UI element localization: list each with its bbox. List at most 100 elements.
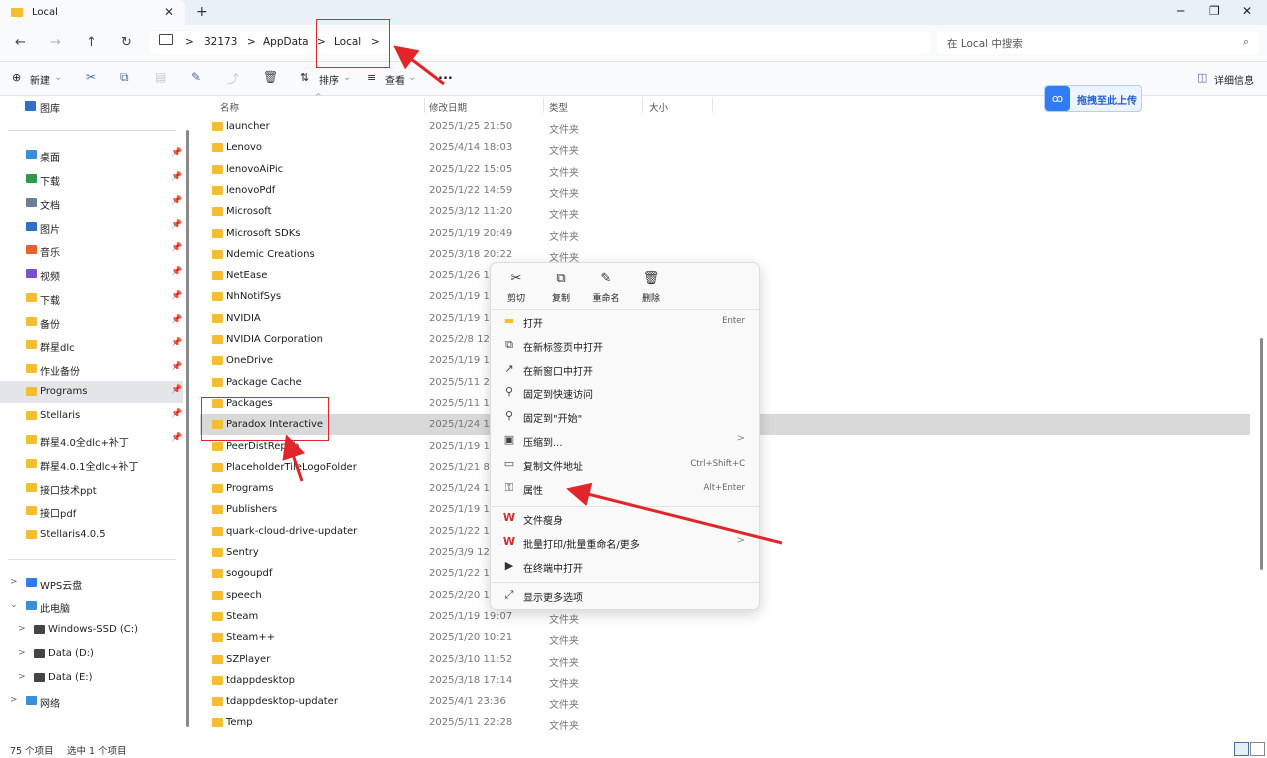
file-row[interactable]: Steam++ 2025/1/20 10:21 文件夹 — [200, 627, 1250, 648]
sort-button[interactable]: 排序 — [319, 72, 339, 87]
sidebar-item-quick-access[interactable]: 接口技术ppt — [0, 477, 183, 499]
sidebar-item-quick-access[interactable]: 下载 📌 — [0, 168, 183, 190]
up-button[interactable]: ↑ — [86, 35, 97, 50]
search-input[interactable]: 在 Local 中搜索 ⌕ — [937, 31, 1259, 54]
sidebar-item-tree[interactable]: > Data (D:) — [0, 643, 183, 665]
menu-cut-button[interactable]: ✂ 剪切 — [496, 269, 536, 309]
pin-icon[interactable]: 📌 — [171, 433, 182, 443]
menu-rename-button[interactable]: ✎ 重命名 — [586, 269, 626, 309]
chevron-icon[interactable]: > — [10, 577, 18, 587]
sidebar-item-quick-access[interactable]: 视频 📌 — [0, 263, 183, 285]
column-size[interactable]: 大小 — [649, 100, 668, 114]
file-list-scrollbar[interactable] — [1260, 338, 1263, 570]
cut-icon[interactable]: ✂ — [86, 70, 96, 84]
chevron-icon[interactable]: > — [18, 624, 26, 634]
menu-item[interactable]: ⧉ 在新标签页中打开 — [495, 334, 755, 357]
menu-item[interactable]: ▶ 在终端中打开 — [495, 555, 755, 578]
view-button[interactable]: 查看 — [385, 72, 405, 87]
sidebar-item-quick-access[interactable]: 文档 📌 — [0, 192, 183, 214]
pin-icon[interactable]: 📌 — [171, 385, 182, 395]
breadcrumb-item-32173[interactable]: 32173 — [204, 36, 237, 48]
maximize-button[interactable]: ❐ — [1209, 4, 1220, 18]
breadcrumb-separator[interactable]: > — [185, 36, 194, 48]
chevron-icon[interactable]: > — [18, 648, 26, 658]
tab-close-icon[interactable]: ✕ — [164, 5, 174, 19]
sidebar-item-quick-access[interactable]: 群星4.0.1全dlc+补丁 — [0, 453, 183, 475]
file-row[interactable]: SZPlayer 2025/3/10 11:52 文件夹 — [200, 649, 1250, 670]
file-row[interactable]: Temp 2025/5/11 22:28 文件夹 — [200, 712, 1250, 733]
sidebar-item-quick-access[interactable]: 群星4.0全dlc+补丁 📌 — [0, 429, 183, 451]
breadcrumb-separator[interactable]: > — [247, 36, 256, 48]
menu-item[interactable]: W 批量打印/批量重命名/更多 > — [495, 531, 755, 554]
sidebar-item-quick-access[interactable]: 桌面 📌 — [0, 144, 183, 166]
breadcrumb-item-appdata[interactable]: AppData — [263, 36, 309, 48]
column-divider[interactable] — [712, 98, 713, 113]
rename-icon[interactable]: ✎ — [191, 70, 201, 84]
file-row[interactable]: tdappdesktop-updater 2025/4/1 23:36 文件夹 — [200, 691, 1250, 712]
pin-icon[interactable]: 📌 — [171, 409, 182, 419]
pin-icon[interactable]: 📌 — [171, 267, 182, 277]
menu-item[interactable]: ▬ 打开 Enter — [495, 310, 755, 333]
sidebar-item-quick-access[interactable]: 图片 📌 — [0, 216, 183, 238]
refresh-button[interactable]: ↻ — [121, 35, 132, 50]
menu-item[interactable]: ▭ 复制文件地址 Ctrl+Shift+C — [495, 453, 755, 476]
menu-item[interactable]: W 文件瘦身 — [495, 507, 755, 530]
menu-item[interactable]: ▣ 压缩到... > — [495, 429, 755, 452]
sidebar-item-tree[interactable]: > WPS云盘 — [0, 572, 183, 594]
tiles-view-toggle[interactable] — [1250, 742, 1265, 756]
minimize-button[interactable]: ─ — [1177, 4, 1184, 18]
new-tab-button[interactable]: + — [196, 4, 208, 20]
sidebar-item-gallery[interactable]: 图库 — [0, 96, 183, 118]
sidebar-scrollbar[interactable] — [186, 130, 189, 727]
chevron-icon[interactable]: > — [18, 672, 26, 682]
forward-button[interactable]: → — [50, 35, 61, 50]
sidebar-item-quick-access[interactable]: Programs 📌 — [0, 381, 183, 403]
file-row[interactable]: launcher 2025/1/25 21:50 文件夹 — [200, 116, 1250, 137]
column-date[interactable]: 修改日期 — [429, 100, 467, 114]
column-divider[interactable] — [543, 98, 544, 113]
pin-icon[interactable]: 📌 — [171, 291, 182, 301]
menu-item[interactable]: ↗ 在新窗口中打开 — [495, 358, 755, 381]
menu-item[interactable]: ⚲ 固定到快速访问 — [495, 381, 755, 404]
details-view-toggle[interactable] — [1234, 742, 1249, 756]
sidebar-item-quick-access[interactable]: Stellaris 📌 — [0, 405, 183, 427]
tab-local[interactable]: Local ✕ — [0, 0, 185, 25]
menu-item[interactable]: ⚿ 属性 Alt+Enter — [495, 477, 755, 500]
column-divider[interactable] — [642, 98, 643, 113]
menu-item[interactable]: ⚲ 固定到"开始" — [495, 405, 755, 428]
share-icon[interactable]: ⤴ — [227, 70, 239, 87]
menu-copy-button[interactable]: ⧉ 复制 — [541, 269, 581, 309]
file-row[interactable]: Microsoft 2025/3/12 11:20 文件夹 — [200, 201, 1250, 222]
sidebar-item-quick-access[interactable]: Stellaris4.0.5 — [0, 524, 183, 546]
chevron-icon[interactable]: > — [10, 695, 18, 705]
pin-icon[interactable]: 📌 — [171, 148, 182, 158]
copy-icon[interactable]: ⧉ — [120, 70, 129, 85]
paste-icon[interactable]: ▤ — [155, 70, 166, 84]
more-button[interactable]: ... — [438, 68, 453, 83]
file-row[interactable]: tdappdesktop 2025/3/18 17:14 文件夹 — [200, 670, 1250, 691]
column-name[interactable]: 名称 — [220, 100, 239, 114]
pin-icon[interactable]: 📌 — [171, 220, 182, 230]
breadcrumb[interactable]: > 32173 > AppData > Local > — [150, 31, 930, 54]
back-button[interactable]: ← — [15, 35, 26, 50]
menu-delete-button[interactable]: 🗑 删除 — [631, 269, 671, 309]
pin-icon[interactable]: 📌 — [171, 243, 182, 253]
sidebar-item-tree[interactable]: ⌄ 此电脑 — [0, 595, 183, 617]
new-button[interactable]: 新建 — [30, 72, 50, 87]
sidebar-item-quick-access[interactable]: 下载 📌 — [0, 287, 183, 309]
file-row[interactable]: Microsoft SDKs 2025/1/19 20:49 文件夹 — [200, 223, 1250, 244]
sidebar-item-quick-access[interactable]: 群星dlc 📌 — [0, 334, 183, 356]
close-button[interactable]: ✕ — [1242, 4, 1252, 18]
sidebar-item-tree[interactable]: > 网络 — [0, 690, 183, 712]
file-row[interactable]: lenovoPdf 2025/1/22 14:59 文件夹 — [200, 180, 1250, 201]
pin-icon[interactable]: 📌 — [171, 338, 182, 348]
pin-icon[interactable]: 📌 — [171, 362, 182, 372]
sidebar-item-tree[interactable]: > Windows-SSD (C:) — [0, 619, 183, 641]
file-row[interactable]: Lenovo 2025/4/14 18:03 文件夹 — [200, 137, 1250, 158]
sidebar-item-quick-access[interactable]: 音乐 📌 — [0, 239, 183, 261]
column-divider[interactable] — [424, 98, 425, 113]
file-row[interactable]: lenovoAiPic 2025/1/22 15:05 文件夹 — [200, 159, 1250, 180]
delete-icon[interactable]: 🗑 — [263, 70, 278, 84]
chevron-icon[interactable]: ⌄ — [10, 600, 18, 610]
sidebar-item-tree[interactable]: > Data (E:) — [0, 667, 183, 689]
